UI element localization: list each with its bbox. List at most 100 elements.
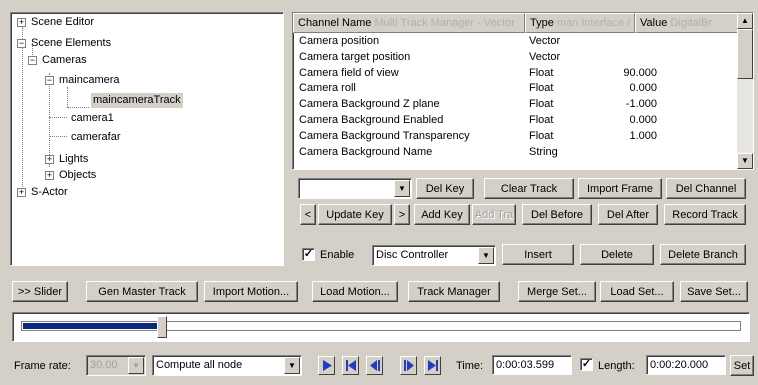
- play-icon[interactable]: [318, 356, 335, 375]
- key-combo[interactable]: ▼: [298, 178, 412, 199]
- header-ghost-text: Multi Track Manager - Vector: [374, 17, 516, 29]
- step-forward-icon[interactable]: [400, 356, 417, 375]
- prev-key-button[interactable]: <: [300, 204, 316, 225]
- update-key-button[interactable]: Update Key: [318, 204, 392, 225]
- column-header-value[interactable]: Value DigitalBr: [635, 13, 739, 33]
- expand-icon[interactable]: +: [17, 188, 26, 197]
- import-motion-button[interactable]: Import Motion...: [204, 281, 298, 302]
- cell-name: Camera Background Enabled: [299, 113, 444, 126]
- chevron-down-icon[interactable]: ▼: [394, 180, 410, 197]
- gen-master-track-button[interactable]: Gen Master Track: [86, 281, 198, 302]
- cell-value: [601, 145, 661, 161]
- header-label: Value: [640, 17, 668, 29]
- cell-value: 0.000: [629, 113, 657, 126]
- header-ghost-text: man Interface /: [556, 17, 631, 29]
- frame-rate-combo[interactable]: 30.00 ▼: [86, 355, 146, 376]
- timeline-thumb[interactable]: [157, 316, 167, 338]
- cell-value: -1.000: [625, 98, 657, 111]
- scene-tree[interactable]: + Scene Editor − Scene Elements − Camera…: [10, 12, 284, 266]
- slider-button[interactable]: >> Slider: [12, 281, 68, 302]
- table-row[interactable]: Camera Background Transparency Float 1.000: [293, 129, 739, 145]
- header-label: Channel Name: [298, 17, 372, 29]
- next-key-button[interactable]: >: [394, 204, 410, 225]
- clear-track-button[interactable]: Clear Track: [484, 178, 574, 199]
- del-channel-button[interactable]: Del Channel: [666, 178, 746, 199]
- length-label: Length:: [598, 360, 635, 372]
- collapse-icon[interactable]: −: [17, 39, 26, 48]
- tree-item-label: camera1: [71, 112, 114, 124]
- timeline-slider[interactable]: [12, 312, 750, 342]
- tree-item-label: Scene Elements: [31, 37, 112, 49]
- cell-type: Float: [529, 113, 554, 126]
- cell-name: Camera Background Z plane: [299, 98, 440, 111]
- cell-name: Camera Background Name: [299, 145, 433, 158]
- expand-icon[interactable]: +: [45, 171, 54, 180]
- cell-type: Vector: [529, 35, 561, 47]
- tree-item-label: Cameras: [42, 54, 87, 66]
- cell-type: Float: [529, 82, 554, 95]
- table-row[interactable]: Camera Background Enabled Float 0.000: [293, 113, 739, 129]
- record-track-button[interactable]: Record Track: [664, 204, 746, 225]
- time-field[interactable]: 0:00:03.599: [492, 355, 572, 375]
- scroll-up-icon[interactable]: ▲: [737, 13, 753, 29]
- controller-combo[interactable]: Disc Controller ▼: [372, 245, 496, 266]
- tree-item-label: Scene Editor: [31, 16, 94, 28]
- table-row[interactable]: Camera roll Float 0.000: [293, 81, 739, 97]
- table-row[interactable]: Camera Background Name String: [293, 145, 739, 161]
- add-track-button[interactable]: Add Tra: [472, 204, 516, 225]
- del-before-button[interactable]: Del Before: [522, 204, 592, 225]
- table-row[interactable]: Camera Background Z plane Float -1.000: [293, 97, 739, 113]
- enable-checkbox[interactable]: ✓: [302, 248, 315, 261]
- cell-type: String: [529, 145, 558, 158]
- step-back-icon[interactable]: [366, 356, 383, 375]
- frame-rate-value: 30.00: [90, 359, 118, 371]
- cell-name: Camera position: [299, 35, 380, 47]
- column-header-type[interactable]: Type man Interface /: [525, 13, 635, 33]
- insert-button[interactable]: Insert: [502, 244, 574, 265]
- cell-type: Vector: [529, 50, 561, 63]
- collapse-icon[interactable]: −: [28, 56, 37, 65]
- cell-value: [601, 50, 661, 66]
- table-row[interactable]: Camera field of view Float 90.000: [293, 66, 739, 82]
- header-ghost-text: DigitalBr: [670, 17, 712, 29]
- import-frame-button[interactable]: Import Frame: [578, 178, 662, 199]
- add-key-button[interactable]: Add Key: [414, 204, 470, 225]
- save-set-button[interactable]: Save Set...: [680, 281, 748, 302]
- channel-grid[interactable]: Channel Name Multi Track Manager - Vecto…: [292, 12, 754, 170]
- cell-name: Camera field of view: [299, 66, 399, 79]
- set-length-button[interactable]: Set: [730, 355, 754, 376]
- chevron-down-icon[interactable]: ▼: [128, 357, 144, 374]
- tree-item-label: camerafar: [71, 131, 121, 143]
- tree-line: [49, 136, 67, 137]
- table-row[interactable]: Camera target position Vector: [293, 50, 739, 66]
- expand-icon[interactable]: +: [17, 18, 26, 27]
- expand-icon[interactable]: +: [45, 155, 54, 164]
- cell-value: [601, 34, 661, 50]
- del-after-button[interactable]: Del After: [598, 204, 658, 225]
- delete-branch-button[interactable]: Delete Branch: [660, 244, 746, 265]
- chevron-down-icon[interactable]: ▼: [284, 357, 300, 374]
- load-motion-button[interactable]: Load Motion...: [312, 281, 398, 302]
- compute-mode-combo[interactable]: Compute all node ▼: [152, 355, 302, 376]
- table-row[interactable]: Camera position Vector: [293, 34, 739, 50]
- cell-value: 0.000: [629, 82, 657, 95]
- length-field[interactable]: 0:00:20.000: [646, 355, 726, 375]
- delete-button[interactable]: Delete: [580, 244, 654, 265]
- timeline-track[interactable]: [21, 321, 741, 331]
- load-set-button[interactable]: Load Set...: [600, 281, 674, 302]
- vertical-scrollbar[interactable]: ▲ ▼: [737, 13, 753, 169]
- scroll-down-icon[interactable]: ▼: [737, 153, 753, 169]
- column-header-channel[interactable]: Channel Name Multi Track Manager - Vecto…: [293, 13, 525, 33]
- tree-item-label: Lights: [59, 153, 89, 165]
- merge-set-button[interactable]: Merge Set...: [518, 281, 596, 302]
- enable-label: Enable: [320, 249, 355, 261]
- length-checkbox[interactable]: ✓: [580, 358, 593, 371]
- skip-to-start-icon[interactable]: [342, 356, 359, 375]
- scroll-thumb[interactable]: [737, 29, 753, 79]
- del-key-button[interactable]: Del Key: [416, 178, 474, 199]
- chevron-down-icon[interactable]: ▼: [478, 247, 494, 264]
- skip-to-end-icon[interactable]: [424, 356, 441, 375]
- collapse-icon[interactable]: −: [45, 76, 54, 85]
- cell-type: Float: [529, 66, 554, 79]
- track-manager-button[interactable]: Track Manager: [408, 281, 500, 302]
